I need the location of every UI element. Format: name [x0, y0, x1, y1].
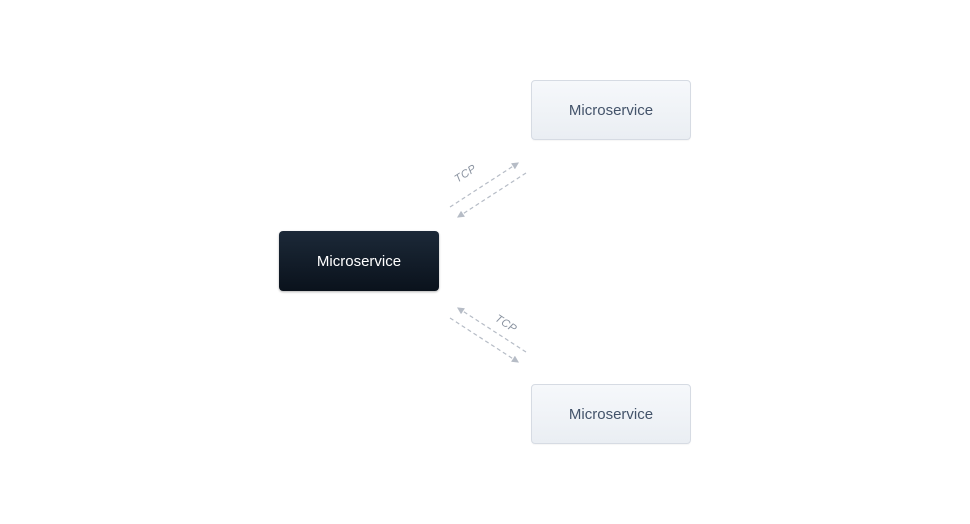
connector-bottom [440, 300, 532, 370]
microservice-node-primary: Microservice [279, 231, 439, 291]
microservice-node-bottom: Microservice [531, 384, 691, 444]
microservice-node-bottom-label: Microservice [569, 406, 653, 423]
microservice-node-primary-label: Microservice [317, 253, 401, 270]
connector-bottom-label: TCP [493, 313, 519, 336]
microservice-node-top: Microservice [531, 80, 691, 140]
microservice-node-top-label: Microservice [569, 102, 653, 119]
connector-top [440, 155, 532, 225]
connector-top-label: TCP [453, 163, 479, 186]
